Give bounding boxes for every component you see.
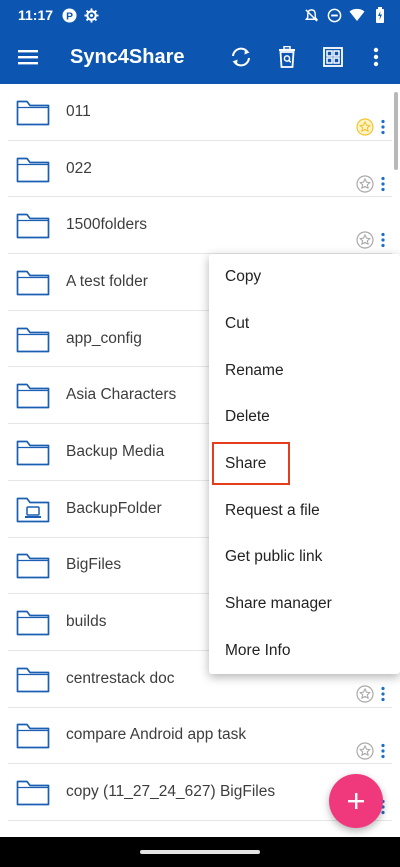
more-options-icon[interactable] <box>380 119 386 135</box>
folder-icon <box>16 98 50 126</box>
star-icon[interactable] <box>356 175 374 193</box>
star-icon[interactable] <box>356 231 374 249</box>
row-actions <box>356 231 386 249</box>
folder-icon <box>16 325 50 353</box>
svg-text:P: P <box>66 11 73 22</box>
file-name: 022 <box>66 159 92 177</box>
navigation-bar <box>0 837 400 867</box>
home-gesture-handle[interactable] <box>140 850 260 854</box>
file-row[interactable]: 022 <box>8 141 392 198</box>
mute-icon <box>303 7 319 23</box>
app-bar: Sync4Share <box>0 30 400 84</box>
file-name: 011 <box>66 102 91 120</box>
more-vert-icon[interactable] <box>356 30 396 84</box>
star-icon[interactable] <box>356 741 374 760</box>
file-row[interactable]: compare Android app task <box>8 708 392 765</box>
menu-item-cut[interactable]: Cut <box>209 301 400 348</box>
file-name: compare Android app task <box>66 726 247 744</box>
more-options-icon[interactable] <box>380 686 386 702</box>
file-row[interactable]: 1500folders <box>8 197 392 255</box>
row-actions <box>356 175 386 193</box>
folder-icon <box>16 211 50 239</box>
app-title: Sync4Share <box>70 45 185 68</box>
folder-icon <box>16 721 50 749</box>
row-actions <box>356 741 386 760</box>
star-icon[interactable] <box>356 118 374 136</box>
menu-item-more-info[interactable]: More Info <box>209 628 400 675</box>
more-options-icon[interactable] <box>380 232 386 248</box>
settings-gear-icon <box>83 7 99 23</box>
menu-item-share-manager[interactable]: Share manager <box>209 581 400 628</box>
folder-icon <box>16 608 50 636</box>
menu-item-copy[interactable]: Copy <box>209 254 400 301</box>
folder-icon <box>16 665 50 693</box>
grid-view-icon[interactable] <box>310 30 356 84</box>
star-icon[interactable] <box>356 685 374 703</box>
scrollbar-thumb[interactable] <box>394 92 398 170</box>
battery-icon <box>372 7 388 23</box>
status-time: 11:17 <box>18 7 54 23</box>
folder-icon <box>16 155 50 183</box>
menu-icon[interactable] <box>0 30 56 84</box>
add-fab-button[interactable] <box>329 774 383 828</box>
computer-folder-icon <box>16 495 50 523</box>
folder-icon <box>16 778 50 806</box>
menu-item-request-a-file[interactable]: Request a file <box>209 487 400 534</box>
menu-item-rename[interactable]: Rename <box>209 347 400 394</box>
share-highlight-box <box>212 442 290 485</box>
file-row[interactable]: 011 <box>8 84 392 141</box>
folder-icon <box>16 438 50 466</box>
status-bar: 11:17 P <box>0 0 400 30</box>
menu-item-get-public-link[interactable]: Get public link <box>209 534 400 581</box>
wifi-icon <box>349 7 365 23</box>
trash-icon[interactable] <box>264 30 310 84</box>
sync-icon[interactable] <box>218 30 264 84</box>
menu-item-delete[interactable]: Delete <box>209 394 400 441</box>
row-actions <box>356 685 386 703</box>
file-name: 1500folders <box>66 216 148 234</box>
p-badge-icon: P <box>61 7 77 23</box>
plus-icon <box>348 793 364 809</box>
do-not-disturb-icon <box>326 7 342 23</box>
more-options-icon[interactable] <box>380 743 386 759</box>
folder-icon <box>16 551 50 579</box>
folder-icon <box>16 268 50 296</box>
more-options-icon[interactable] <box>380 176 386 192</box>
folder-icon <box>16 381 50 409</box>
row-actions <box>356 118 386 136</box>
